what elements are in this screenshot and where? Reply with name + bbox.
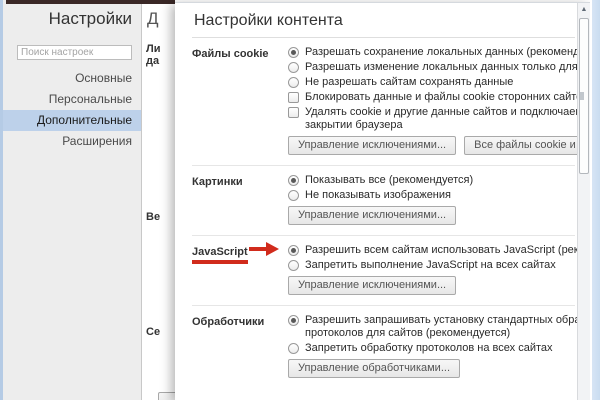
clipped-label-fragment: Ли	[146, 43, 160, 55]
radio-icon[interactable]	[288, 190, 299, 201]
radio-option[interactable]: Не показывать изображения	[288, 189, 575, 202]
section-handlers: ОбработчикиРазрешить запрашивать установ…	[192, 306, 575, 388]
option-label: Запретить обработку протоколов на всех с…	[305, 342, 553, 355]
manage-exceptions-button[interactable]: Управление исключениями...	[288, 206, 456, 225]
radio-option[interactable]: Разрешить всем сайтам использовать JavaS…	[288, 244, 575, 257]
dialog-sections: Файлы cookieРазрешать сохранение локальн…	[192, 38, 575, 388]
manage-exceptions-button[interactable]: Управление исключениями...	[288, 276, 456, 295]
radio-checked-icon[interactable]	[288, 315, 299, 326]
sidebar-nav: ОсновныеПерсональныеДополнительныеРасшир…	[3, 68, 141, 152]
red-arrow-annotation-icon	[249, 247, 266, 251]
window-right-border	[590, 0, 600, 400]
section-buttons: Управление исключениями...	[288, 206, 575, 225]
section-cookies: Файлы cookieРазрешать сохранение локальн…	[192, 38, 575, 166]
option-label: Разрешать сохранение локальных данных (р…	[305, 46, 590, 59]
radio-icon[interactable]	[288, 62, 299, 73]
scroll-up-arrow-icon[interactable]: ▲	[578, 3, 590, 16]
section-controls: Показывать все (рекомендуется) Не показыв…	[288, 174, 575, 225]
settings-sidebar: Настройки ОсновныеПерсональныеДополнител…	[3, 0, 142, 400]
checkbox-icon[interactable]	[288, 92, 299, 103]
section-label-handlers: Обработчики	[192, 314, 288, 378]
radio-option[interactable]: Разрешать изменение локальных данных тол…	[288, 61, 575, 74]
section-label-images: Картинки	[192, 174, 288, 225]
radio-option[interactable]: Запретить выполнение JavaScript на всех …	[288, 259, 575, 272]
section-buttons: Управление исключениями...	[288, 276, 575, 295]
section-controls: Разрешить всем сайтам использовать JavaS…	[288, 244, 575, 295]
radio-checked-icon[interactable]	[288, 47, 299, 58]
section-controls: Разрешать сохранение локальных данных (р…	[288, 46, 575, 155]
chrome-settings-window: Настройки ОсновныеПерсональныеДополнител…	[0, 0, 600, 400]
clipped-label-fragment: да	[146, 55, 159, 67]
option-label: Разрешить всем сайтам использовать JavaS…	[305, 244, 590, 257]
radio-icon[interactable]	[288, 77, 299, 88]
radio-option[interactable]: Не разрешать сайтам сохранять данные	[288, 76, 575, 89]
radio-option[interactable]: Запретить обработку протоколов на всех с…	[288, 342, 575, 355]
option-label: Не разрешать сайтам сохранять данные	[305, 76, 513, 89]
background-page-strip: Д Ли да Ве Се	[143, 0, 175, 400]
section-javascript: JavaScriptРазрешить всем сайтам использо…	[192, 236, 575, 306]
option-label: Блокировать данные и файлы cookie сторон…	[305, 91, 588, 104]
radio-checked-icon[interactable]	[288, 175, 299, 186]
window-left-border	[0, 0, 3, 400]
option-label: Не показывать изображения	[305, 189, 451, 202]
option-label: Показывать все (рекомендуется)	[305, 174, 473, 187]
clipped-advanced-heading: Д	[147, 9, 159, 29]
option-label: Удалять cookie и другие данные сайтов и …	[305, 106, 590, 132]
clipped-button-fragment	[158, 392, 175, 400]
checkbox-option[interactable]: Блокировать данные и файлы cookie сторон…	[288, 91, 575, 104]
section-buttons: Управление обработчиками...	[288, 359, 575, 378]
sidebar-item-basics[interactable]: Основные	[3, 68, 141, 89]
dialog-scrollbar[interactable]: ▲	[577, 3, 590, 400]
search-settings-input[interactable]	[17, 45, 132, 60]
option-label: Запретить выполнение JavaScript на всех …	[305, 259, 556, 272]
radio-checked-icon[interactable]	[288, 245, 299, 256]
option-label: Разрешить запрашивать установку стандарт…	[305, 314, 590, 340]
checkbox-option[interactable]: Удалять cookie и другие данные сайтов и …	[288, 106, 575, 132]
settings-page-title: Настройки	[3, 9, 141, 29]
section-controls: Разрешить запрашивать установку стандарт…	[288, 314, 575, 378]
radio-option[interactable]: Разрешать сохранение локальных данных (р…	[288, 46, 575, 59]
radio-icon[interactable]	[288, 260, 299, 271]
scrollbar-grip-icon	[580, 92, 584, 100]
radio-icon[interactable]	[288, 343, 299, 354]
clipped-label-fragment: Ве	[146, 211, 160, 223]
sidebar-item-advanced[interactable]: Дополнительные	[3, 110, 141, 131]
section-images: Картинки Показывать все (рекомендуется) Не…	[192, 166, 575, 236]
dialog-title: Настройки контента	[194, 12, 590, 30]
section-buttons: Управление исключениями...Все файлы cook…	[288, 136, 575, 155]
content-settings-dialog: Настройки контента Файлы cookieРазрешать…	[175, 2, 590, 400]
section-label-cookies: Файлы cookie	[192, 46, 288, 155]
radio-option[interactable]: Показывать все (рекомендуется)	[288, 174, 575, 187]
all-cookies-and-site-data-button[interactable]: Все файлы cookie и данные сайтов...	[464, 136, 590, 155]
browser-chrome-strip	[6, 0, 175, 4]
sidebar-item-personal[interactable]: Персональные	[3, 89, 141, 110]
scrollbar-thumb[interactable]	[579, 18, 589, 174]
manage-exceptions-button[interactable]: Управление исключениями...	[288, 136, 456, 155]
checkbox-icon[interactable]	[288, 107, 299, 118]
clipped-label-fragment: Се	[146, 326, 160, 338]
manage-handlers-button[interactable]: Управление обработчиками...	[288, 359, 460, 378]
radio-option[interactable]: Разрешить запрашивать установку стандарт…	[288, 314, 575, 340]
option-label: Разрешать изменение локальных данных тол…	[305, 61, 590, 74]
sidebar-item-extensions[interactable]: Расширения	[3, 131, 141, 152]
